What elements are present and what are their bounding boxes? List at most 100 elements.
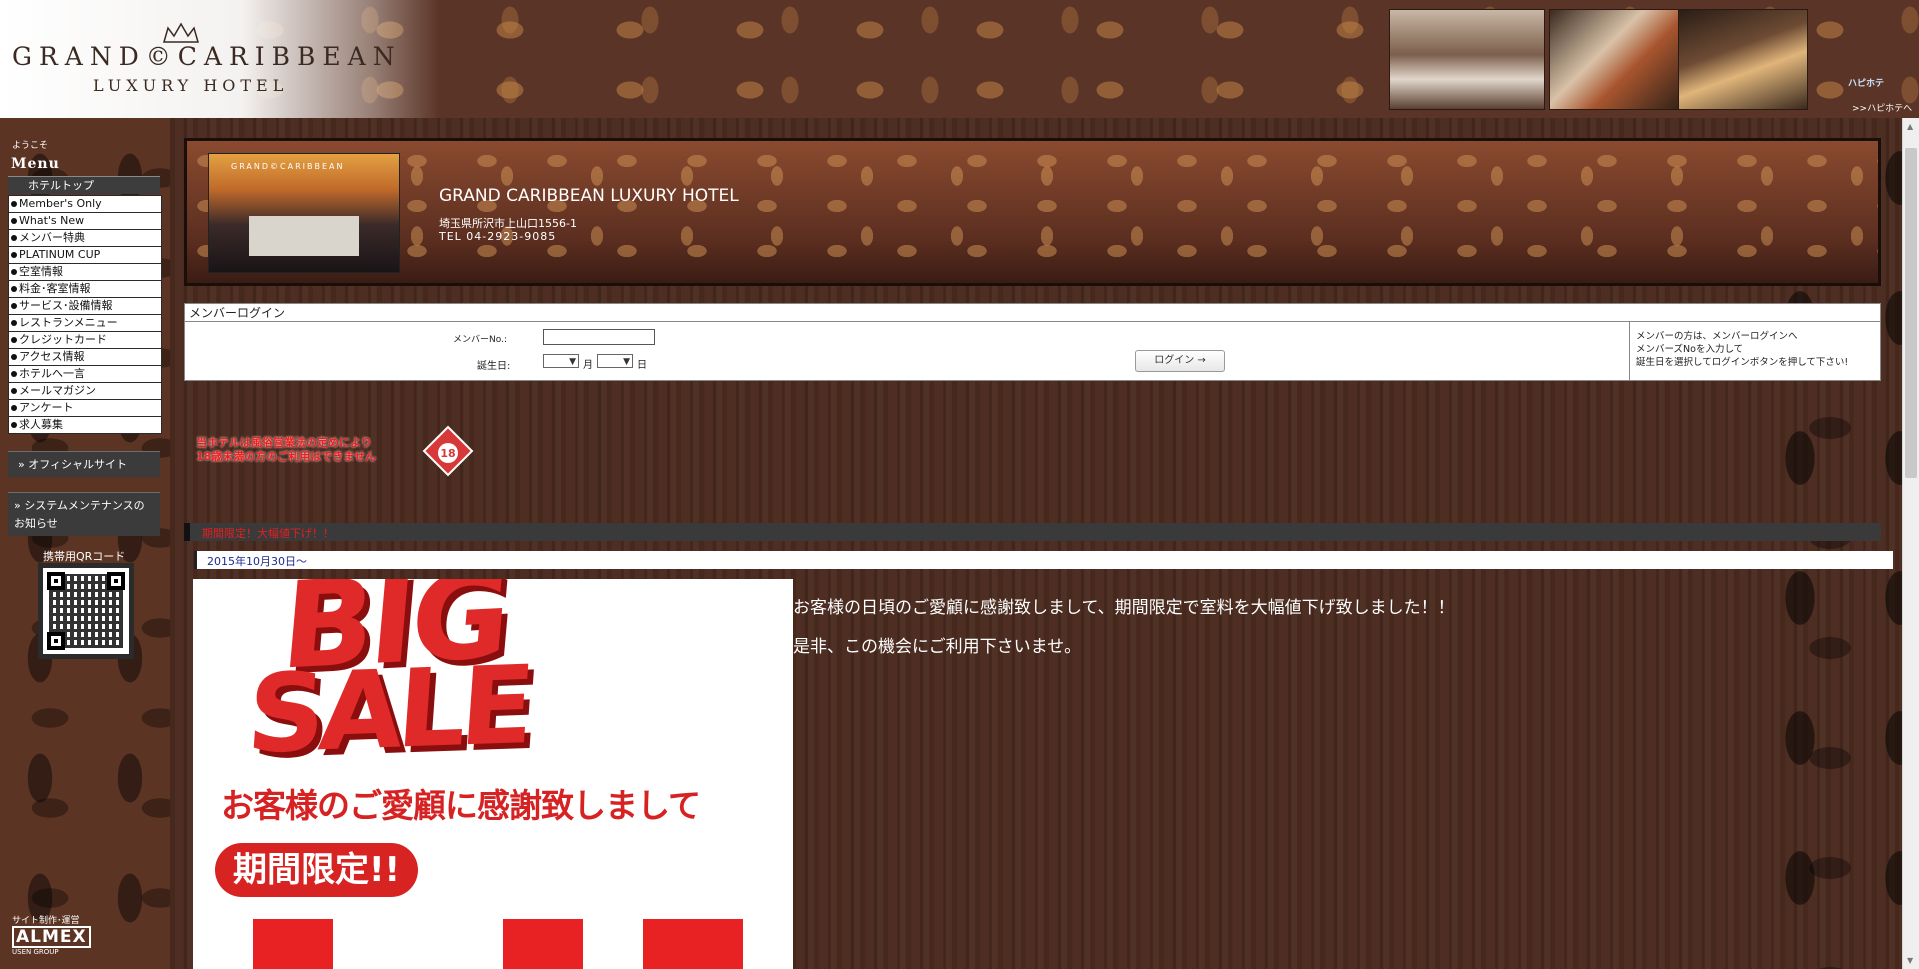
menu-item-recruit[interactable]: 求人募集 (9, 417, 161, 433)
almex-group: USEN GROUP (12, 948, 59, 956)
bullet-icon (11, 269, 17, 275)
menu-item-survey[interactable]: アンケート (9, 400, 161, 417)
menu-item-rates-rooms[interactable]: 料金･客室情報 (9, 281, 161, 298)
logo-line2: LUXURY HOTEL (93, 76, 289, 95)
news-date: 2015年10月30日～ (207, 555, 307, 568)
sale-limited-badge: 期間限定!! (215, 843, 419, 897)
logo-line1: GRAND©CARIBBEAN (12, 42, 402, 71)
bullet-icon (11, 320, 17, 326)
menu-item-label: 空室情報 (19, 265, 63, 278)
official-site-label: オフィシャルサイト (28, 458, 128, 471)
sale-thanks-text: お客様のご愛顧に感謝致しまして (221, 786, 701, 825)
sale-message-2: 是非、この機会にご利用下さいませ。 (793, 637, 1082, 657)
login-help-line2: メンバーズNoを入力して (1636, 344, 1744, 355)
menu-title: Menu (11, 156, 60, 172)
room-photo-bath (1678, 9, 1808, 110)
age-restriction-notice: 当ホテルは風俗営業法の定めにより 18歳未満の方のご利用はできません (196, 436, 376, 464)
hotel-name: GRAND CARIBBEAN LUXURY HOTEL (439, 186, 739, 206)
double-chevron-icon: » (14, 499, 25, 512)
almex-wordmark: ALMEX (12, 926, 91, 948)
qr-label: 携帯用QRコード (43, 550, 126, 563)
age-18-icon: 18 (422, 425, 474, 477)
login-help-line3: 誕生日を選択してログインボタンを押して下さい! (1636, 357, 1849, 368)
sale-bottom-lettering (223, 919, 783, 969)
menu-hotel-top[interactable]: ホテルトップ (8, 176, 160, 194)
menu-list: Member's Only What's New メンバー特典 PLATINUM… (8, 195, 162, 434)
member-login-panel: メンバーログイン メンバーNo.: 誕生日: ▼ 月 ▼ 日 ログイン → メン… (184, 303, 1881, 381)
menu-item-label: レストランメニュー (19, 316, 118, 329)
menu-item-label: アクセス情報 (19, 350, 85, 363)
login-help: メンバーの方は、メンバーログインへ メンバーズNoを入力して 誕生日を選択してロ… (1629, 322, 1882, 380)
bullet-icon (11, 218, 17, 224)
dropdown-arrow-icon: ▼ (623, 357, 630, 367)
news-title-bar: 期間限定！大幅値下げ！！ (184, 523, 1881, 541)
menu-item-vacancy[interactable]: 空室情報 (9, 264, 161, 281)
menu-item-feedback[interactable]: ホテルへ一言 (9, 366, 161, 383)
age-badge-text: 18 (440, 447, 455, 460)
birth-day-select[interactable]: ▼ (597, 354, 633, 368)
age-notice-line1: 当ホテルは風俗営業法の定めにより (196, 436, 372, 449)
sale-sale-text: SALE (243, 643, 533, 778)
login-button[interactable]: ログイン → (1135, 350, 1225, 372)
welcome-text: ようこそ (12, 141, 49, 151)
month-unit: 月 (583, 360, 593, 371)
bullet-icon (11, 422, 17, 428)
menu-item-services[interactable]: サービス･設備情報 (9, 298, 161, 315)
bullet-icon (11, 201, 17, 207)
hotel-tel: TEL 04-2923-9085 (439, 230, 557, 243)
bullet-icon (11, 405, 17, 411)
menu-item-label: メールマガジン (19, 384, 96, 397)
page-scrollbar[interactable]: ▲ ▼ (1902, 118, 1919, 969)
menu-item-label: 料金･客室情報 (19, 282, 91, 295)
menu-item-access[interactable]: アクセス情報 (9, 349, 161, 366)
menu-item-label: アンケート (19, 401, 74, 414)
member-no-input[interactable] (543, 329, 655, 345)
hotel-logo[interactable]: GRAND©CARIBBEAN LUXURY HOTEL (0, 0, 440, 118)
birthday-label: 誕生日: (477, 361, 511, 372)
room-photo-vanity (1549, 9, 1687, 110)
menu-item-whats-new[interactable]: What's New (9, 213, 161, 230)
double-chevron-icon: » (18, 458, 29, 471)
bullet-icon (11, 286, 17, 292)
menu-item-label: 求人募集 (19, 418, 63, 431)
login-help-line1: メンバーの方は、メンバーログインへ (1636, 331, 1798, 342)
menu-item-mail-magazine[interactable]: メールマガジン (9, 383, 161, 400)
hotel-exterior-photo: GRAND©CARIBBEAN (208, 153, 400, 273)
news-title[interactable]: 期間限定！大幅値下げ！！ (202, 525, 334, 541)
site-header: GRAND©CARIBBEAN LUXURY HOTEL ハピホテ >>ハピホテ… (0, 0, 1919, 118)
bullet-icon (11, 337, 17, 343)
big-sale-image: BIG SALE お客様のご愛顧に感謝致しまして 期間限定!! (193, 579, 793, 969)
news-date-bar: 2015年10月30日～ (194, 551, 1893, 569)
scroll-thumb[interactable] (1905, 148, 1917, 478)
scroll-up-icon[interactable]: ▲ (1907, 122, 1913, 131)
room-photo-bedroom (1389, 9, 1545, 110)
scroll-down-icon[interactable]: ▼ (1907, 956, 1913, 965)
bullet-icon (11, 371, 17, 377)
bullet-icon (11, 303, 17, 309)
official-site-button[interactable]: » オフィシャルサイト (8, 451, 160, 477)
menu-item-label: ホテルへ一言 (19, 367, 85, 380)
member-no-label: メンバーNo.: (453, 335, 507, 345)
almex-caption: サイト制作･運営 (12, 916, 80, 926)
photo-brand: GRAND©CARIBBEAN (231, 162, 345, 171)
bullet-icon (11, 354, 17, 360)
menu-item-label: メンバー特典 (19, 231, 85, 244)
crown-icon (163, 22, 199, 43)
menu-item-label: サービス･設備情報 (19, 299, 113, 312)
birth-month-select[interactable]: ▼ (543, 354, 579, 368)
menu-item-restaurant[interactable]: レストランメニュー (9, 315, 161, 332)
maintenance-notice-button[interactable]: » システムメンテナンスのお知らせ (8, 492, 160, 536)
menu-item-member-benefits[interactable]: メンバー特典 (9, 230, 161, 247)
menu-item-label: クレジットカード (19, 333, 107, 346)
almex-logo[interactable]: サイト制作･運営 ALMEX USEN GROUP (12, 913, 92, 956)
qr-code (38, 563, 134, 659)
happyhotel-logo[interactable]: ハピホテ (1848, 76, 1884, 89)
menu-item-members-only[interactable]: Member's Only (9, 196, 161, 213)
dropdown-arrow-icon: ▼ (569, 357, 576, 367)
bullet-icon (11, 235, 17, 241)
menu-item-platinum-cup[interactable]: PLATINUM CUP (9, 247, 161, 264)
menu-item-credit-card[interactable]: クレジットカード (9, 332, 161, 349)
bullet-icon (11, 252, 17, 258)
happyhotel-link[interactable]: >>ハピホテへ (1852, 101, 1912, 114)
hotel-address: 埼玉県所沢市上山口1556-1 (439, 217, 577, 230)
